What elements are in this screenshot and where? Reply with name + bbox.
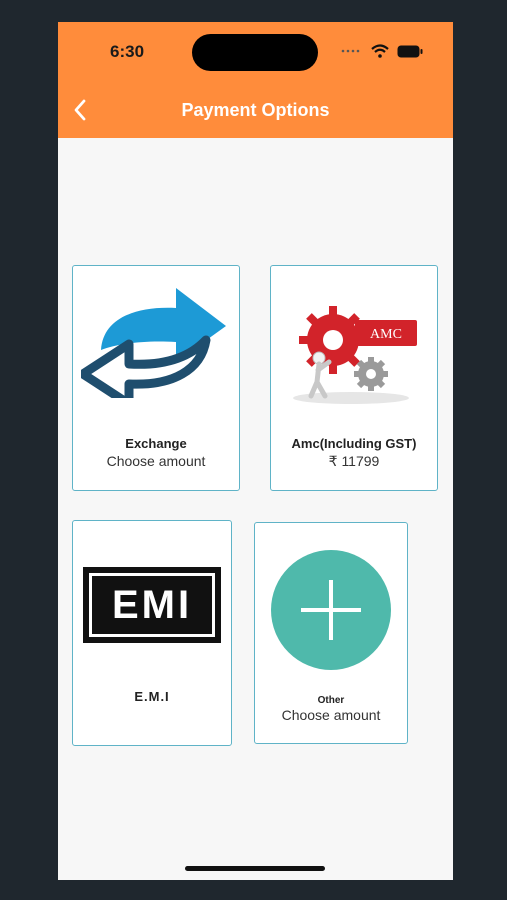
option-title: Amc(Including GST) — [291, 436, 417, 451]
dynamic-island — [192, 34, 318, 71]
phone-screen: 6:30 Payment Options Exchange Choose amo… — [58, 22, 453, 880]
status-time: 6:30 — [110, 42, 145, 61]
option-card-exchange[interactable]: Exchange Choose amount — [72, 265, 240, 491]
option-card-amc[interactable]: AMC Amc(Including GST) ₹ 11799 — [270, 265, 438, 491]
exchange-arrows-icon — [81, 288, 226, 398]
emi-logo: EMI — [83, 567, 221, 643]
option-title: Other — [317, 695, 345, 706]
plus-circle-icon — [271, 550, 391, 670]
option-card-other[interactable]: Other Choose amount — [254, 522, 408, 744]
amc-badge-text: AMC — [370, 327, 402, 342]
option-card-emi[interactable]: EMI E.M.I — [72, 520, 232, 746]
home-indicator[interactable] — [185, 866, 325, 871]
emi-logo-text: EMI — [111, 582, 193, 627]
page-title: Payment Options — [181, 100, 330, 120]
option-subtitle: Choose amount — [281, 707, 381, 723]
option-title: E.M.I — [134, 689, 170, 704]
signal-icon — [341, 49, 360, 53]
amc-gears-icon: AMC — [293, 306, 417, 404]
app-header: 6:30 Payment Options — [58, 22, 453, 138]
option-subtitle: ₹ 11799 — [328, 453, 380, 469]
wifi-icon — [371, 44, 389, 58]
option-subtitle: Choose amount — [106, 453, 206, 469]
battery-icon — [397, 45, 423, 57]
status-icons — [341, 44, 423, 58]
option-title: Exchange — [125, 436, 187, 451]
